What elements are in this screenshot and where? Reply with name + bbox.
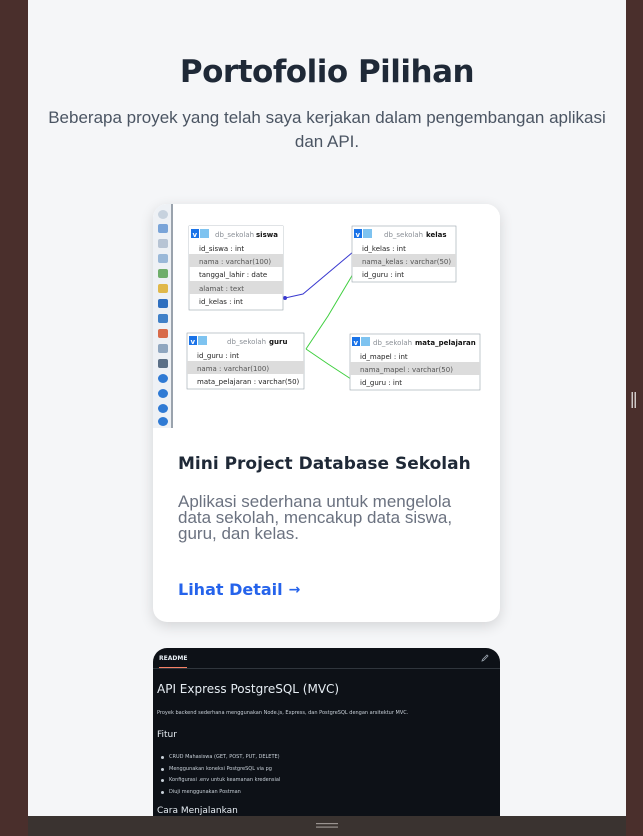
readme-tab: README [159, 654, 188, 668]
svg-text:v: v [356, 231, 361, 239]
pencil-icon [481, 654, 489, 662]
project-card[interactable]: v db_sekolah siswa id_siswa : int nama :… [153, 204, 500, 622]
readme-run-heading: Cara Menjalankan [157, 806, 238, 816]
svg-text:id_guru : int: id_guru : int [360, 379, 402, 387]
table-db: db_sekolah [384, 231, 423, 239]
svg-text:nama : varchar(100): nama : varchar(100) [199, 258, 271, 266]
table-kelas: v db_sekolah kelas id_kelas : int nama_k… [351, 225, 457, 283]
svg-text:v: v [354, 339, 359, 347]
arrow-right-icon: → [288, 581, 301, 598]
list-item: Menggunakan koneksi PostgreSQL via pg [161, 764, 280, 776]
table-name: siswa [256, 231, 278, 239]
bottom-bar [28, 816, 626, 836]
view-detail-link[interactable]: Lihat Detail → [178, 580, 300, 599]
project-card[interactable]: README API Express PostgreSQL (MVC) Proy… [153, 648, 500, 816]
readme-intro: Proyek backend sederhana menggunakan Nod… [157, 710, 409, 716]
list-item: Diuji menggunakan Postman [161, 787, 280, 799]
readme-features-list: CRUD Mahasiswa (GET, POST, PUT, DELETE) … [161, 752, 280, 798]
table-siswa: v db_sekolah siswa id_siswa : int nama :… [188, 225, 284, 311]
side-resize-handle-icon[interactable] [631, 390, 637, 410]
divider [153, 668, 500, 669]
relation-end [283, 296, 287, 300]
gear-icon [200, 229, 209, 238]
svg-text:v: v [193, 231, 198, 239]
readme-title: API Express PostgreSQL (MVC) [157, 682, 340, 696]
table-guru: v db_sekolah guru id_guru : int nama : v… [186, 332, 305, 390]
view-detail-label: Lihat Detail [178, 580, 283, 599]
portfolio-section: Portofolio Pilihan Beberapa proyek yang … [28, 0, 626, 816]
table-name: mata_pelajaran [415, 339, 476, 347]
svg-text:id_mapel : int: id_mapel : int [360, 353, 408, 361]
er-diagram: v db_sekolah siswa id_siswa : int nama :… [186, 225, 481, 391]
svg-text:alamat : text: alamat : text [199, 285, 244, 293]
list-item: CRUD Mahasiswa (GET, POST, PUT, DELETE) [161, 752, 280, 764]
table-db: db_sekolah [373, 339, 412, 347]
section-subtitle: Beberapa proyek yang telah saya kerjakan… [48, 108, 606, 151]
svg-text:id_siswa : int: id_siswa : int [199, 245, 244, 253]
svg-text:id_kelas : int: id_kelas : int [199, 298, 243, 306]
gear-icon [198, 336, 207, 345]
project-title: Mini Project Database Sekolah [178, 454, 471, 474]
gear-icon [361, 337, 370, 346]
section-title: Portofolio Pilihan [179, 54, 475, 90]
project-description: Aplikasi sederhana untuk mengelola data … [178, 492, 453, 543]
resize-grip-icon[interactable] [316, 822, 338, 829]
relation-line [305, 348, 352, 380]
project-image-er-diagram: v db_sekolah siswa id_siswa : int nama :… [153, 204, 500, 428]
svg-text:id_kelas : int: id_kelas : int [362, 245, 406, 253]
readme-features-heading: Fitur [157, 730, 177, 740]
svg-text:id_guru : int: id_guru : int [197, 352, 239, 360]
gear-icon [363, 229, 372, 238]
table-db: db_sekolah [227, 338, 266, 346]
list-item: Konfigurasi .env untuk keamanan kredensi… [161, 775, 280, 787]
svg-text:id_guru : int: id_guru : int [362, 271, 404, 279]
table-mata-pelajaran: v db_sekolah mata_pelajaran id_mapel : i… [349, 333, 481, 391]
svg-text:nama_mapel : varchar(50): nama_mapel : varchar(50) [360, 366, 453, 374]
svg-text:nama_kelas : varchar(50): nama_kelas : varchar(50) [362, 258, 451, 266]
table-name: kelas [426, 231, 447, 239]
svg-text:v: v [191, 338, 196, 346]
svg-text:mata_pelajaran : varchar(50): mata_pelajaran : varchar(50) [197, 378, 300, 386]
table-db: db_sekolah [215, 231, 254, 239]
svg-text:nama : varchar(100): nama : varchar(100) [197, 365, 269, 373]
svg-text:tanggal_lahir : date: tanggal_lahir : date [199, 271, 267, 279]
table-name: guru [269, 338, 287, 346]
